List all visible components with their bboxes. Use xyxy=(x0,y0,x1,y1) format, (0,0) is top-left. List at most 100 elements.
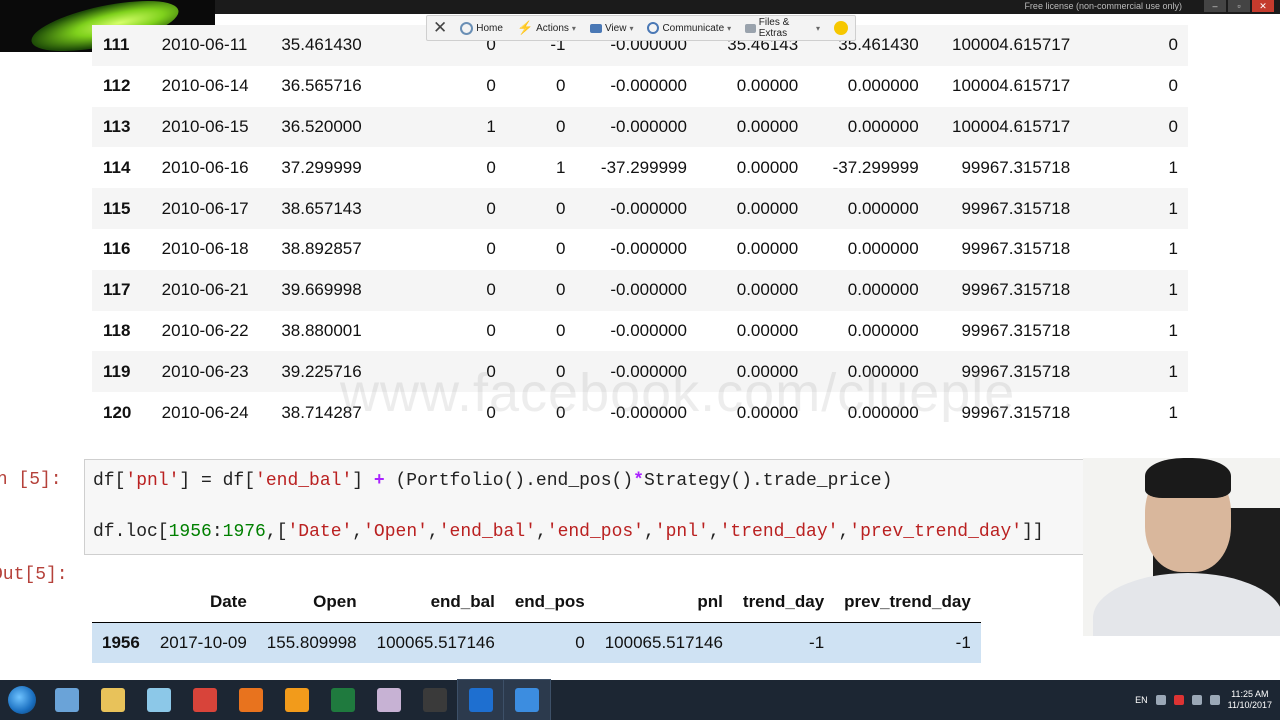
table-cell-price: 36.520000 xyxy=(279,106,371,148)
files-extras-menu[interactable]: Files & Extras ▾ xyxy=(738,16,827,40)
table-cell-c7: -37.299999 xyxy=(832,157,919,177)
minimize-icon[interactable]: – xyxy=(1204,0,1226,12)
home-button[interactable]: Home xyxy=(453,16,510,40)
start-button[interactable] xyxy=(0,680,44,720)
table-cell-c8: 100004.615717 xyxy=(952,76,1071,96)
code-line-2: df.loc[1956:1976,['Date','Open','end_bal… xyxy=(93,522,1044,542)
network-icon[interactable] xyxy=(1191,695,1202,705)
lightning-icon: ⚡ xyxy=(516,20,534,35)
taskbar-app-button[interactable] xyxy=(412,680,458,720)
table-row: 116 2010-06-18 38.892857 0 0 -0.000000 0.00000… xyxy=(92,229,1188,270)
excel-icon xyxy=(331,688,355,712)
sublime-icon xyxy=(285,688,309,712)
close-icon[interactable]: ✕ xyxy=(1252,0,1274,12)
actions-menu[interactable]: ⚡ Actions ▾ xyxy=(510,16,583,40)
table-row: 117 2010-06-21 39.669998 0 0 -0.000000 0.00000… xyxy=(92,269,1188,311)
view-menu[interactable]: View ▾ xyxy=(583,16,641,40)
table-cell-c3: 0 xyxy=(486,402,496,422)
taskbar-app-button[interactable] xyxy=(503,679,551,720)
table-cell-c4: 0 xyxy=(495,269,566,311)
table-cell-idx: 117 xyxy=(92,269,162,311)
windows-icon xyxy=(8,686,36,714)
close-icon[interactable]: ✕ xyxy=(427,18,453,38)
table-cell-c4: 0 xyxy=(556,402,566,422)
taskbar: EN 11:25 AM 11/10/2017 xyxy=(0,679,1280,720)
in-prompt: In [5]: xyxy=(0,470,62,490)
table-row: 119 2010-06-23 39.225716 0 0 -0.000000 0.00000… xyxy=(92,351,1188,393)
chevron-down-icon: ▾ xyxy=(727,23,732,33)
code-line-1: df['pnl'] = df['end_bal'] + (Portfolio()… xyxy=(93,471,893,491)
table-cell-price: 38.657143 xyxy=(279,188,371,229)
table-cell-date: 2010-06-21 xyxy=(161,269,280,311)
table-cell-c7: 0.000000 xyxy=(798,269,919,311)
taskbar-app-button[interactable] xyxy=(90,680,136,720)
table-cell-c8: 100004.615717 xyxy=(918,25,1071,66)
table-cell-idx: 120 xyxy=(103,402,132,422)
taskbar-app-button[interactable] xyxy=(136,680,182,720)
table-cell-date: 2010-06-17 xyxy=(161,188,280,229)
table-cell-idx: 111 xyxy=(92,25,162,66)
table-cell-idx: 112 xyxy=(103,76,131,96)
table-cell-c7: 0.000000 xyxy=(847,320,919,340)
taskbar-app-button[interactable] xyxy=(228,680,274,720)
table-cell-c9: 0 xyxy=(1168,76,1178,96)
table-cell-c9: 1 xyxy=(1070,188,1188,229)
table-cell-c6: 0.00000 xyxy=(686,188,799,229)
table-cell-c6: 0.00000 xyxy=(686,269,799,311)
table-cell-price: 36.565716 xyxy=(281,76,362,96)
table-cell-c8: 99967.315718 xyxy=(918,269,1071,311)
table-cell-c5: -0.000000 xyxy=(565,269,687,311)
taskbar-app-button[interactable] xyxy=(182,680,228,720)
taskbar-app-button[interactable] xyxy=(274,680,320,720)
webcam-overlay xyxy=(1083,458,1280,636)
table-cell-pnl: 100065.517146 xyxy=(594,622,733,663)
table-cell-c5: -0.000000 xyxy=(610,76,687,96)
table-cell-c9: 1 xyxy=(1168,402,1178,422)
table-cell-price: 39.225716 xyxy=(279,351,371,393)
table-cell-c3: 0 xyxy=(486,320,496,340)
table-row: 113 2010-06-15 36.520000 1 0 -0.000000 0.00000… xyxy=(92,106,1188,148)
volume-icon[interactable] xyxy=(1209,695,1220,705)
taskbar-app-button[interactable] xyxy=(457,679,505,720)
table-cell-c3: 0 xyxy=(370,351,496,393)
language-indicator[interactable]: EN xyxy=(1135,695,1148,705)
chrome-icon xyxy=(193,688,217,712)
taskbar-app-button[interactable] xyxy=(44,680,90,720)
taskbar-app-button[interactable] xyxy=(320,680,366,720)
clock[interactable]: 11:25 AM 11/10/2017 xyxy=(1228,689,1272,711)
table-cell-idx: 115 xyxy=(92,188,162,229)
smiley-icon xyxy=(834,21,848,35)
taskbar-app-button[interactable] xyxy=(366,680,412,720)
out-prompt: Out[5]: xyxy=(0,565,68,585)
tray-app-icon[interactable] xyxy=(1173,695,1184,705)
table-cell-c4: 0 xyxy=(556,320,566,340)
table-cell-date: 2010-06-24 xyxy=(161,402,249,422)
column-header: pnl xyxy=(594,582,733,623)
chevron-down-icon: ▾ xyxy=(571,23,576,33)
feedback-button[interactable] xyxy=(827,16,855,40)
table-cell-c9: 1 xyxy=(1168,320,1178,340)
table-cell-c9: 1 xyxy=(1168,157,1178,177)
taskbar-apps xyxy=(44,679,551,720)
table-cell-c7: 0.000000 xyxy=(847,402,919,422)
table-cell-price: 37.299999 xyxy=(281,157,362,177)
table-cell-c6: 0.00000 xyxy=(736,402,799,422)
restore-icon[interactable]: ▫ xyxy=(1228,0,1250,12)
table-cell-c4: 0 xyxy=(495,351,566,393)
table-cell-date: 2010-06-18 xyxy=(161,239,249,259)
folder-icon xyxy=(101,688,125,712)
table-cell-idx: 114 xyxy=(103,157,131,177)
table-cell-end_pos: 0 xyxy=(504,622,595,663)
folder-icon xyxy=(745,23,756,33)
table-cell-c8: 99967.315718 xyxy=(961,239,1071,259)
tray-arrow-icon[interactable] xyxy=(1155,695,1166,705)
table-cell-c5: -0.000000 xyxy=(565,188,687,229)
table-cell-c4: 1 xyxy=(556,157,566,177)
table-cell-end_bal: 100065.517146 xyxy=(366,622,505,663)
communicate-menu[interactable]: Communicate ▾ xyxy=(640,16,738,40)
table-row: 115 2010-06-17 38.657143 0 0 -0.000000 0.00000… xyxy=(92,188,1188,229)
table-cell-c3: 1 xyxy=(370,106,496,148)
table-cell-c6: 0.00000 xyxy=(736,157,799,177)
table-cell-date: 2010-06-16 xyxy=(161,157,249,177)
table-cell-date: 2017-10-09 xyxy=(149,622,257,663)
